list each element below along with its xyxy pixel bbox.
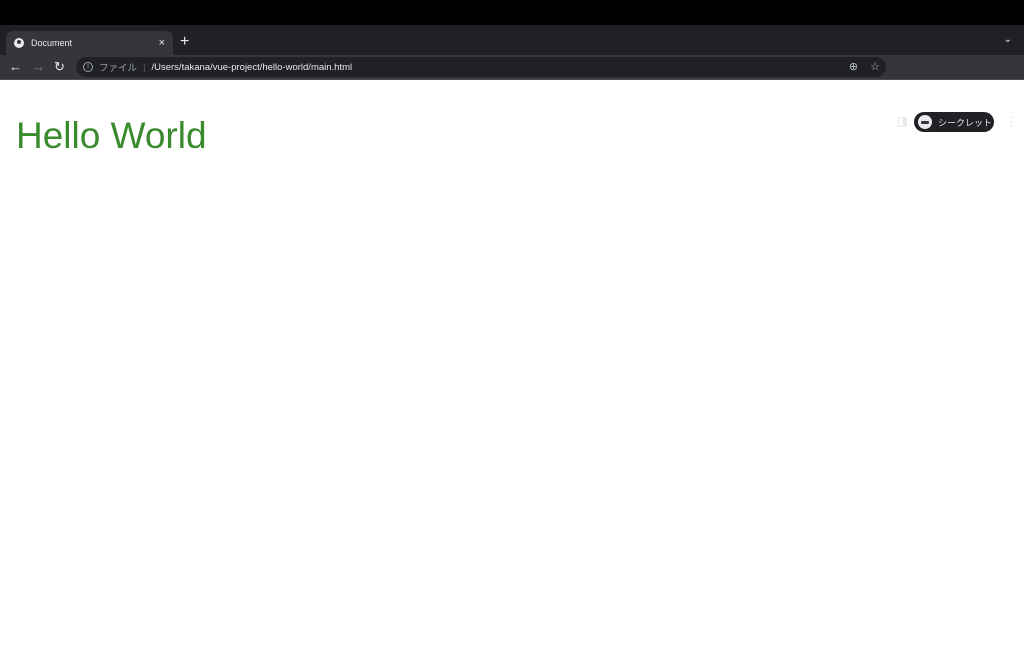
- tab-title: Document: [31, 38, 73, 48]
- separator: |: [143, 61, 146, 73]
- more-menu-icon[interactable]: ⋮: [1005, 114, 1018, 130]
- toolbar: ← → ↻ i ファイル | /Users/takana/vue-project…: [0, 55, 1024, 132]
- incognito-profile-button[interactable]: シークレット: [914, 112, 994, 132]
- profile-label: シークレット: [938, 117, 993, 128]
- globe-icon: [14, 38, 24, 48]
- back-button[interactable]: ←: [9, 59, 22, 74]
- page-heading: Hello World: [16, 115, 207, 156]
- new-tab-button[interactable]: +: [180, 33, 189, 51]
- close-tab-button[interactable]: ×: [159, 37, 165, 49]
- reload-button[interactable]: ↻: [54, 59, 65, 75]
- tab-document[interactable]: Document ×: [6, 31, 173, 55]
- side-panel-icon[interactable]: [898, 117, 907, 127]
- url-text[interactable]: /Users/takana/vue-project/hello-world/ma…: [151, 62, 352, 73]
- scheme-label: ファイル: [99, 63, 138, 74]
- tab-strip: Document × + ⌄: [0, 25, 1024, 55]
- bookmark-star-icon[interactable]: ☆: [870, 60, 880, 73]
- tab-search-chevron-icon[interactable]: ⌄: [1004, 34, 1012, 45]
- incognito-icon: [918, 115, 932, 129]
- address-bar[interactable]: i ファイル | /Users/takana/vue-project/hello…: [76, 57, 886, 77]
- title-bar: [0, 0, 1024, 25]
- forward-button[interactable]: →: [32, 59, 45, 74]
- info-icon[interactable]: i: [83, 62, 93, 72]
- zoom-icon[interactable]: ⊕: [849, 60, 858, 73]
